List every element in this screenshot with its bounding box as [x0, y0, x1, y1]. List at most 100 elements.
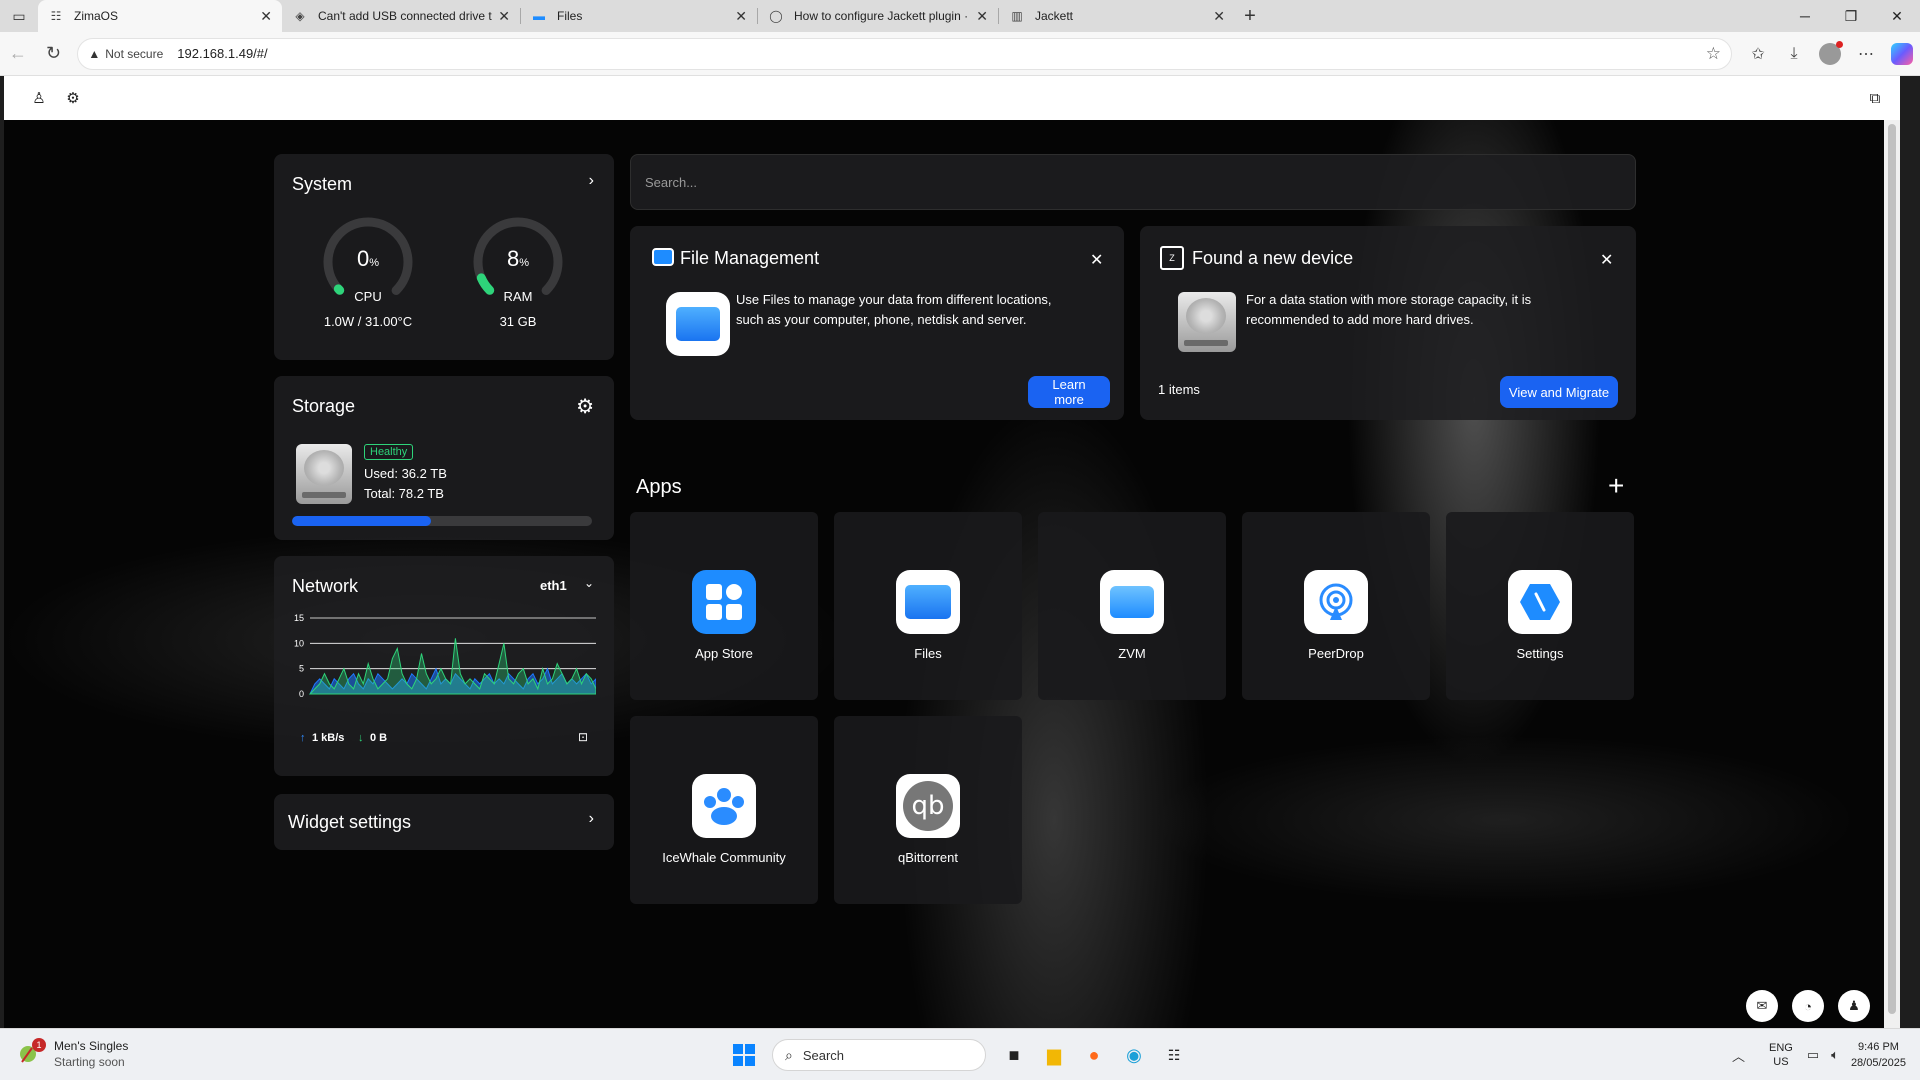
zima-logo-icon: Z	[1160, 246, 1184, 270]
network-chart: 15 10 5 0	[294, 613, 596, 699]
app-tile-qbittorrent[interactable]: qb qBittorrent	[834, 716, 1022, 904]
community-button-icon[interactable]: ♟	[1838, 990, 1870, 1022]
chart-toggle-icon[interactable]: ⊡	[578, 730, 588, 744]
qbittorrent-icon: qb	[896, 774, 960, 838]
task-view-icon[interactable]: ■	[994, 1037, 1034, 1073]
favorites-icon[interactable]: ✩	[1740, 36, 1776, 72]
add-app-icon[interactable]: +	[1608, 470, 1624, 502]
interface-select[interactable]: eth1	[540, 578, 567, 593]
storage-usage-fill	[292, 516, 431, 526]
peerdrop-icon	[1304, 570, 1368, 634]
search-placeholder: Search...	[645, 174, 698, 190]
view-and-migrate-button[interactable]: View and Migrate	[1500, 376, 1618, 408]
back-icon[interactable]: ←	[0, 36, 36, 72]
mail-icon[interactable]: ✉	[1746, 990, 1778, 1022]
storage-widget[interactable]: Storage ⚙ Healthy Used: 36.2 TB Total: 7…	[274, 376, 614, 540]
reload-icon[interactable]: ↻	[36, 36, 72, 72]
tab-files[interactable]: ▬ Files ✕	[521, 0, 757, 32]
app-tile-peerdrop[interactable]: PeerDrop	[1242, 512, 1430, 700]
chevron-up-icon[interactable]: ︿	[1732, 1046, 1745, 1065]
chevron-right-icon[interactable]: ›	[589, 172, 594, 190]
tab-jackett-config[interactable]: ◯ How to configure Jackett plugin · ✕	[758, 0, 998, 32]
app-tile-settings[interactable]: Settings	[1446, 512, 1634, 700]
hard-drive-icon	[296, 444, 352, 504]
system-widget: System › 0% CPU 1.0W / 31.00°C 8% RAM 31…	[274, 154, 614, 360]
address-bar: ← ↻ ▲ Not secure 192.168.1.49/#/ ☆ ✩ ⤓ ⋯	[0, 32, 1920, 76]
y-tick-label: 5	[299, 664, 304, 674]
firefox-icon[interactable]: ●	[1074, 1037, 1114, 1073]
copilot-icon[interactable]	[1891, 42, 1914, 65]
monitor-icon[interactable]: ▭	[1807, 1047, 1819, 1063]
widget-settings-button[interactable]: Widget settings ›	[274, 794, 614, 850]
close-icon[interactable]: ✕	[1090, 250, 1103, 270]
app-tile-app-store[interactable]: App Store	[630, 512, 818, 700]
chevron-down-icon[interactable]: ⌄	[584, 576, 594, 590]
system-tray: ︿ ENG US ▭ 🔈︎ 9:46 PM 28/05/2025	[1732, 1029, 1920, 1080]
app-label: Settings	[1516, 646, 1564, 661]
volume-icon[interactable]: 🔈︎	[1831, 1047, 1839, 1063]
app-tile-zvm[interactable]: ZVM	[1038, 512, 1226, 700]
widget-subtitle: Starting soon	[54, 1055, 125, 1069]
zima-app-icon[interactable]: ☷	[1154, 1037, 1194, 1073]
new-tab-icon[interactable]: +	[1235, 0, 1265, 32]
app-label: App Store	[695, 646, 753, 661]
app-label: qBittorrent	[898, 850, 958, 865]
scrollbar-thumb[interactable]	[1888, 124, 1896, 1014]
search-icon: ⌕	[785, 1046, 793, 1063]
browser-toolbar: ✩ ⤓ ⋯	[1740, 36, 1920, 72]
restore-icon[interactable]: ❐	[1828, 0, 1874, 32]
close-tab-icon[interactable]: ✕	[498, 8, 510, 25]
favorite-star-icon[interactable]: ☆	[1706, 44, 1721, 64]
file-explorer-icon[interactable]: ▆	[1034, 1037, 1074, 1073]
warning-icon: ▲	[88, 46, 101, 61]
file-management-icon	[652, 248, 674, 266]
page-scrollbar[interactable]	[1884, 120, 1900, 1028]
storage-total: Total: 78.2 TB	[364, 486, 444, 501]
chevron-right-icon[interactable]: ›	[589, 810, 594, 828]
profile-avatar-icon[interactable]	[1819, 40, 1844, 65]
search-input[interactable]: Search...	[630, 154, 1636, 210]
account-icon[interactable]: ♙	[24, 83, 54, 113]
close-tab-icon[interactable]: ✕	[260, 8, 272, 25]
close-tab-icon[interactable]: ✕	[1213, 8, 1225, 25]
taskbar-search-input[interactable]: ⌕ Search	[772, 1039, 986, 1071]
tab-jackett[interactable]: ▥ Jackett ✕	[999, 0, 1235, 32]
tab-title: Jackett	[1035, 9, 1074, 23]
cpu-power-temp: 1.0W / 31.00°C	[323, 314, 413, 329]
url-input[interactable]: ▲ Not secure 192.168.1.49/#/ ☆	[77, 37, 1733, 70]
app-tile-files[interactable]: Files	[834, 512, 1022, 700]
windows-start-icon[interactable]	[724, 1037, 764, 1073]
upload-arrow-icon: ↑	[300, 732, 306, 744]
more-menu-icon[interactable]: ⋯	[1848, 36, 1884, 72]
network-topology-icon[interactable]: ⧉	[1860, 83, 1890, 113]
tab-actions-icon[interactable]: ▭	[0, 0, 38, 32]
github-icon: ◯	[769, 9, 783, 23]
close-window-icon[interactable]: ✕	[1874, 0, 1920, 32]
widget-settings-title: Widget settings	[288, 812, 412, 832]
widgets-button[interactable]: 1 Men's Singles Starting soon	[18, 1038, 128, 1070]
tab-zimaos[interactable]: ☷ ZimaOS ✕	[38, 0, 282, 32]
gear-icon[interactable]: ⚙	[576, 394, 594, 419]
close-tab-icon[interactable]: ✕	[735, 8, 747, 25]
language-indicator[interactable]: ENG US	[1769, 1041, 1793, 1069]
close-tab-icon[interactable]: ✕	[976, 8, 988, 25]
chat-icon[interactable]: ◔	[1792, 990, 1824, 1022]
close-icon[interactable]: ✕	[1600, 250, 1613, 270]
file-management-text-1: Use Files to manage your data from diffe…	[736, 292, 1052, 307]
learn-more-button[interactable]: Learn more	[1028, 376, 1110, 408]
edge-icon[interactable]: ◉	[1114, 1037, 1154, 1073]
clock[interactable]: 9:46 PM 28/05/2025	[1851, 1039, 1906, 1071]
taskbar-search-label: Search	[802, 1047, 845, 1063]
file-management-card: File Management ✕ Use Files to manage yo…	[630, 226, 1124, 420]
gear-icon[interactable]: ⚙	[58, 83, 88, 113]
y-tick-label: 0	[299, 689, 304, 699]
app-tile-icewhale-community[interactable]: IceWhale Community	[630, 716, 818, 904]
y-tick-label: 15	[294, 613, 304, 623]
download-icon[interactable]: ⤓	[1776, 36, 1812, 72]
new-device-text-1: For a data station with more storage cap…	[1246, 292, 1532, 307]
not-secure-label[interactable]: Not secure	[105, 47, 163, 61]
minimize-icon[interactable]: ─	[1782, 0, 1828, 32]
browser-tab-bar: ▭ ☷ ZimaOS ✕ ◈ Can't add USB connected d…	[0, 0, 1920, 32]
tab-usb-drive[interactable]: ◈ Can't add USB connected drive to ✕	[282, 0, 520, 32]
tab-title: Files	[557, 9, 583, 23]
